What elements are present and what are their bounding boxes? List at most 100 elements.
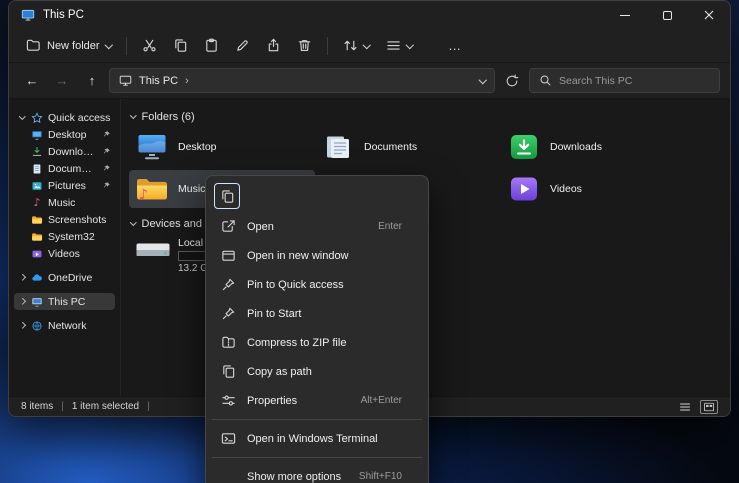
up-button[interactable]: ↑ [79,68,105,94]
menu-item-open[interactable]: Open Enter [210,212,424,241]
pin-icon [102,164,111,173]
copy-button[interactable] [166,33,195,58]
menu-item-pin-to-quick-access[interactable]: Pin to Quick access [210,270,424,299]
details-view-toggle[interactable] [676,400,694,414]
documents-icon [321,133,355,161]
copy-icon [220,189,235,204]
sidebar-item-this-pc[interactable]: This PC [14,293,115,310]
folders-section-header[interactable]: Folders (6) [129,109,724,124]
refresh-button[interactable] [499,68,525,94]
address-bar[interactable]: This PC › [109,68,495,93]
pin-icon [220,306,236,322]
chevron-right-icon [18,299,26,304]
pin-icon [102,147,111,156]
maximize-button[interactable] [646,1,688,29]
menu-item-open-in-new-window[interactable]: Open in new window [210,241,424,270]
rename-button[interactable] [228,33,257,58]
folder-tile-downloads[interactable]: Downloads [501,128,687,166]
new-folder-label: New folder [47,40,100,52]
sidebar-item-label: Screenshots [48,214,106,226]
sidebar-item-label: Desktop [48,129,87,141]
sidebar-item-label: Pictures [48,180,86,192]
sidebar-item-music[interactable]: ♪ Music [14,194,115,211]
sidebar-item-label: System32 [48,231,95,243]
chevron-down-icon[interactable] [478,76,486,84]
network-globe-icon [31,320,43,332]
breadcrumb-root[interactable]: This PC [139,75,178,87]
folder-tile-videos[interactable]: Videos [501,170,687,208]
documents-icon [31,163,43,175]
search-box[interactable] [529,68,720,93]
sort-button[interactable] [336,33,377,58]
sidebar-item-documents[interactable]: Documents [14,160,115,177]
view-button[interactable] [379,33,420,58]
this-pc-icon [119,74,132,87]
search-input[interactable] [559,75,710,87]
new-folder-button[interactable]: New folder [19,33,118,58]
menu-item-pin-to-start[interactable]: Pin to Start [210,299,424,328]
menu-item-label: Compress to ZIP file [247,337,346,349]
sidebar-item-desktop[interactable]: Desktop [14,126,115,143]
properties-icon [220,393,236,409]
context-menu: Open Enter Open in new window Pin to Qui… [205,175,429,483]
share-icon [266,38,281,53]
folder-tile-documents[interactable]: Documents [315,128,501,166]
copy-quick-action-button[interactable] [214,183,240,209]
downloads-icon [507,133,541,161]
sidebar-item-label: Videos [48,248,80,260]
menu-item-show-more-options[interactable]: Show more options Shift+F10 [210,462,424,483]
breadcrumb-separator: › [185,75,189,87]
menu-item-properties[interactable]: Properties Alt+Enter [210,386,424,415]
cut-button[interactable] [135,33,164,58]
see-more-button[interactable]: … [435,33,475,58]
sidebar-item-screenshots[interactable]: Screenshots [14,211,115,228]
delete-icon [297,38,312,53]
up-icon: ↑ [89,73,96,88]
forward-button[interactable]: → [49,68,75,94]
desktop-icon [135,133,169,161]
sidebar-item-onedrive[interactable]: OneDrive [14,269,115,286]
sidebar-item-pictures[interactable]: Pictures [14,177,115,194]
menu-item-copy-as-path[interactable]: Copy as path [210,357,424,386]
sidebar-item-label: This PC [48,296,85,308]
sidebar-item-label: Network [48,320,87,332]
menu-item-open-in-windows-terminal[interactable]: Open in Windows Terminal [210,424,424,453]
close-button[interactable] [688,1,730,29]
menu-item-shortcut: Alt+Enter [361,395,402,406]
pin-icon [220,277,236,293]
menu-item-label: Show more options [247,471,341,483]
share-button[interactable] [259,33,288,58]
navigation-bar: ← → ↑ This PC › [9,63,730,99]
folder-tile-label: Desktop [178,141,217,153]
pin-icon [102,130,111,139]
sidebar-item-network[interactable]: Network [14,317,115,334]
quick-access-star-icon [31,112,43,124]
item-count: 8 items [21,401,53,412]
menu-item-compress-to-zip[interactable]: Compress to ZIP file [210,328,424,357]
sidebar-item-quick-access[interactable]: Quick access [14,109,115,126]
navigation-pane: Quick access Desktop Downloads Documents… [9,99,121,396]
sidebar-item-videos[interactable]: Videos [14,245,115,262]
new-folder-icon [26,38,41,53]
minimize-button[interactable] [604,1,646,29]
folder-tile-label: Videos [550,183,582,195]
hard-drive-icon [135,237,171,263]
folder-tile-label: Music [178,183,205,195]
back-button[interactable]: ← [19,68,45,94]
sidebar-item-system32[interactable]: System32 [14,228,115,245]
sidebar-item-downloads[interactable]: Downloads [14,143,115,160]
toolbar-divider [327,37,328,55]
paste-button[interactable] [197,33,226,58]
folder-icon [31,214,43,226]
delete-button[interactable] [290,33,319,58]
desktop-icon [31,129,43,141]
titlebar: This PC [9,1,730,29]
sidebar-item-label: Downloads [48,146,97,158]
this-pc-icon [31,296,43,308]
folder-tile-desktop[interactable]: Desktop [129,128,315,166]
zip-folder-icon [220,335,236,351]
videos-icon [31,248,43,260]
large-icons-view-toggle[interactable] [700,400,718,414]
back-icon: ← [26,73,39,88]
large-icons-view-icon [703,402,715,412]
